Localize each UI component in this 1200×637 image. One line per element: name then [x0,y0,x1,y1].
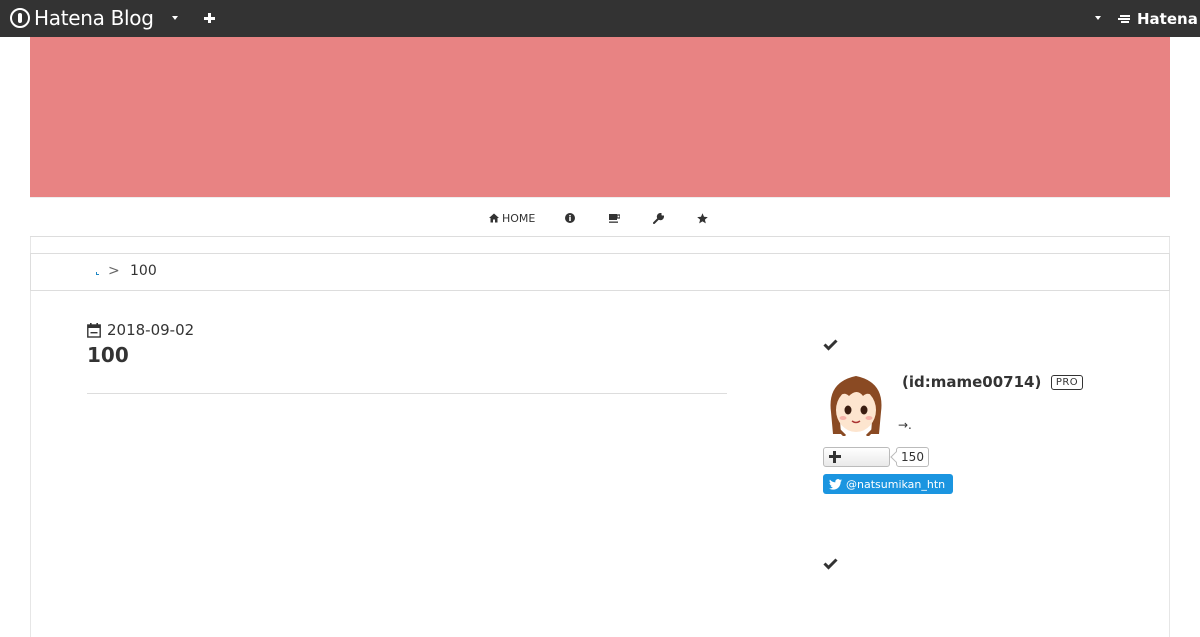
nav-tools-link[interactable] [653,211,664,225]
calendar-icon [87,322,101,338]
nav-home-link[interactable]: HOME [489,211,535,225]
subscribe-button[interactable] [823,447,890,467]
subscriber-count[interactable]: 150 [896,447,929,467]
logo-text: Hatena Blog [34,6,154,30]
nav-about-link[interactable] [565,211,575,225]
hatena-logo-icon [1118,14,1134,24]
check-icon [823,339,838,351]
wrench-icon [653,212,664,224]
home-icon [489,213,499,223]
nav-coffee-link[interactable] [609,211,620,225]
plus-icon[interactable] [203,10,217,26]
breadcrumb: > 100 [30,253,1170,291]
entry-title[interactable]: 100 [87,343,129,367]
hatena-brand-text: Hatena [1137,10,1198,28]
breadcrumb-current: 100 [130,263,157,279]
hatena-brand-link[interactable]: Hatena [1118,10,1198,28]
global-header: Hatena Blog Hatena [0,0,1200,37]
entry-divider [87,393,727,394]
profile-avatar[interactable] [823,372,889,436]
info-icon [565,213,575,223]
entry-date[interactable]: 2018-09-02 [87,320,194,340]
nav-home-label: HOME [502,211,536,225]
user-menu-chevron-down-icon[interactable] [1095,16,1101,20]
twitter-follow-button[interactable]: @natsumikan_htn [823,474,953,494]
breadcrumb-home-link[interactable] [96,272,99,275]
profile-description: →. [898,418,912,432]
coffee-icon [609,214,620,223]
profile-id[interactable]: (id:mame00714) [902,373,1041,391]
star-icon [697,212,708,223]
check-icon [823,558,838,570]
blog-header-banner[interactable] [30,37,1170,197]
breadcrumb-separator: > [108,263,120,279]
nav-star-link[interactable] [697,211,708,225]
global-nav: HOME [30,197,1170,237]
twitter-handle: @natsumikan_htn [846,477,946,491]
chevron-down-icon[interactable] [172,16,178,20]
pro-badge[interactable]: PRO [1051,375,1083,390]
hatena-blog-logo-icon [10,8,30,28]
twitter-bird-icon [829,478,842,490]
entry-date-text: 2018-09-02 [107,321,195,339]
plus-icon [829,451,841,463]
hatena-blog-logo[interactable]: Hatena Blog [10,7,154,29]
